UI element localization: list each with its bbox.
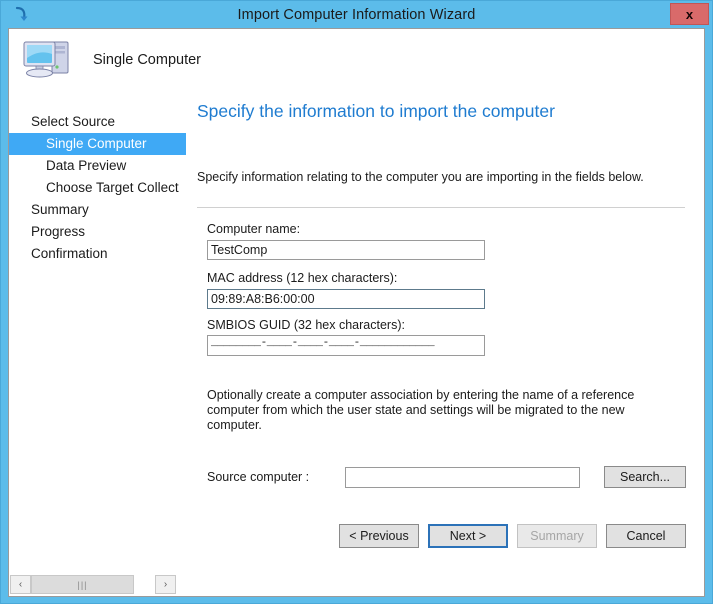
page-title: Specify the information to import the co… [197,101,555,121]
sidebar-item-data-preview[interactable]: Data Preview [9,155,186,177]
computer-name-label: Computer name: [207,222,301,236]
wizard-header: Single Computer [9,29,704,91]
summary-button: Summary [517,524,597,548]
client-area: Single Computer Select Source Single Com… [8,28,705,574]
window-title: Import Computer Information Wizard [237,6,476,23]
title-bar: Import Computer Information Wizard x [1,1,712,28]
intro-text: Specify information relating to the comp… [197,170,644,184]
close-button[interactable]: x [670,3,709,25]
sidebar-item-summary[interactable]: Summary [9,199,186,221]
smbios-guid-label: SMBIOS GUID (32 hex characters): [207,318,405,332]
sidebar-item-choose-target-collect[interactable]: Choose Target Collect [9,177,186,199]
wizard-steps-sidebar: Select Source Single Computer Data Previ… [9,91,186,574]
smbios-guid-mask: ________-____-____-____-____________ [211,337,435,349]
sidebar-item-single-computer[interactable]: Single Computer [9,133,186,155]
source-computer-label: Source computer : [207,470,310,484]
status-bar: ‹ ||| › [8,574,705,597]
scroll-track[interactable]: ||| [31,575,155,594]
mac-address-label: MAC address (12 hex characters): [207,271,398,285]
smbios-guid-input[interactable]: ________-____-____-____-____________ [207,335,485,356]
cancel-button[interactable]: Cancel [606,524,686,548]
import-arrow-icon [7,4,35,26]
main-panel: Specify the information to import the co… [186,91,704,574]
horizontal-scrollbar[interactable]: ‹ ||| › [10,575,176,594]
scroll-left-arrow-icon[interactable]: ‹ [10,575,31,594]
sidebar-item-confirmation[interactable]: Confirmation [9,243,186,265]
mac-address-input[interactable] [207,289,485,309]
source-computer-input[interactable] [345,466,580,488]
computer-icon [19,34,75,87]
next-button[interactable]: Next > [428,524,508,548]
wizard-body: Select Source Single Computer Data Previ… [9,91,704,574]
previous-button[interactable]: < Previous [339,524,419,548]
optional-association-text: Optionally create a computer association… [207,388,635,432]
source-computer-row: Source computer : Search... [197,466,686,488]
computer-name-input[interactable] [207,240,485,260]
wizard-window: Import Computer Information Wizard x Sin… [0,0,713,604]
search-button[interactable]: Search... [604,466,686,488]
wizard-button-bar: < Previous Next > Summary Cancel [339,524,686,548]
scroll-right-arrow-icon[interactable]: › [155,575,176,594]
sidebar-item-select-source[interactable]: Select Source [9,111,186,133]
scroll-thumb[interactable]: ||| [31,575,134,594]
wizard-header-label: Single Computer [93,52,201,68]
form-fields: Computer name: MAC address (12 hex chara… [197,208,686,356]
sidebar-item-progress[interactable]: Progress [9,221,186,243]
